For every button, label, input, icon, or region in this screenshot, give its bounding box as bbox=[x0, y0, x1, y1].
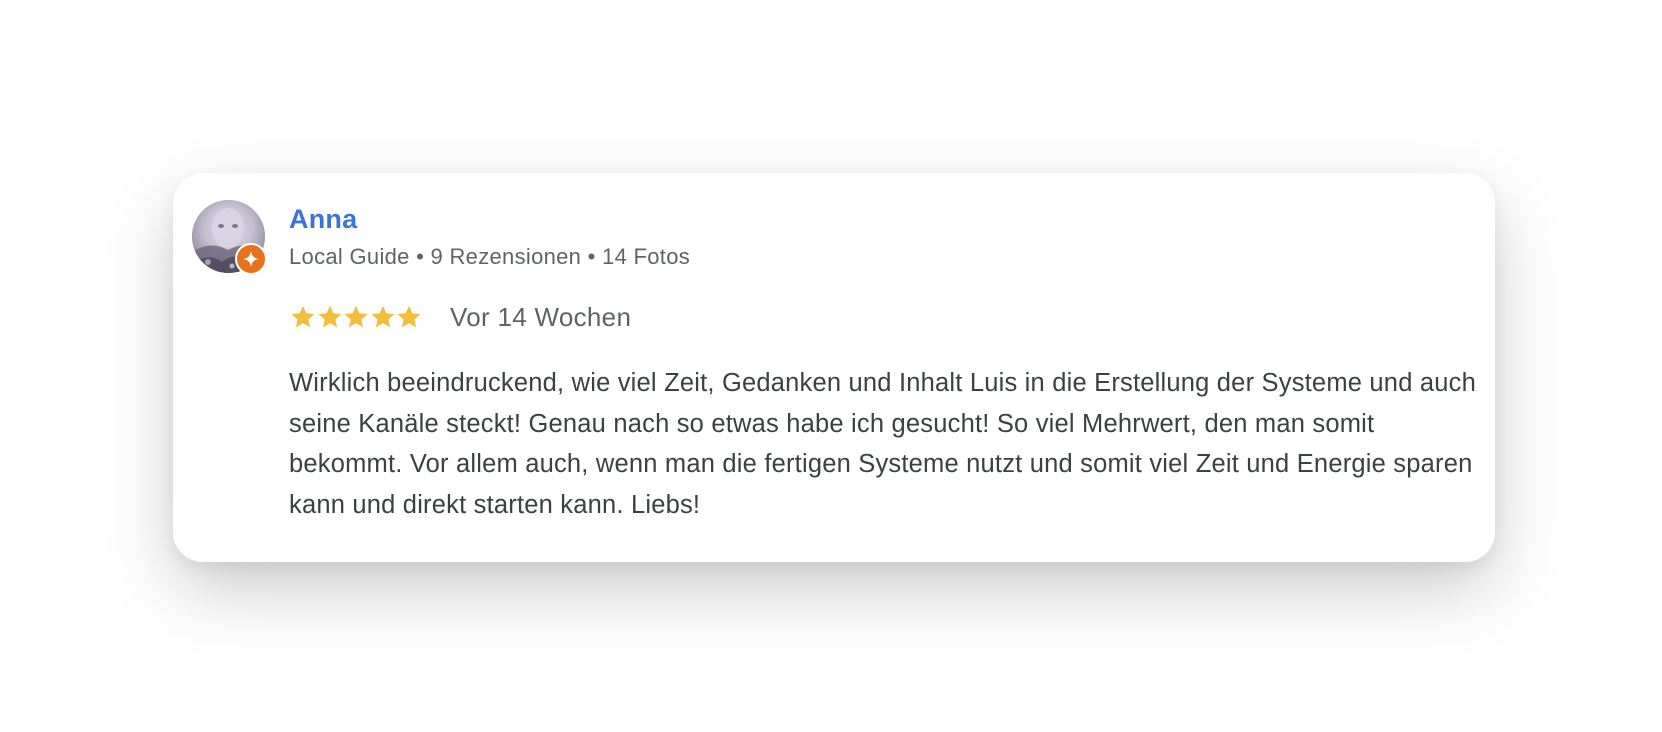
local-guide-star-icon bbox=[243, 251, 259, 267]
review-date: Vor 14 Wochen bbox=[450, 302, 632, 332]
local-guide-badge bbox=[235, 243, 267, 275]
reviewer-meta[interactable]: Local Guide • 9 Rezensionen • 14 Fotos bbox=[289, 243, 690, 271]
star-icon bbox=[371, 305, 394, 328]
star-icon bbox=[397, 305, 421, 328]
rating-row: Vor 14 Wochen bbox=[289, 301, 631, 333]
review-card: Anna Local Guide • 9 Rezensionen • 14 Fo… bbox=[173, 173, 1495, 562]
reviewer-name[interactable]: Anna bbox=[289, 203, 357, 235]
star-icon bbox=[318, 305, 341, 328]
star-rating bbox=[289, 303, 423, 331]
star-icon bbox=[344, 305, 368, 328]
star-icon bbox=[291, 305, 315, 328]
review-text: Wirklich beeindruckend, wie viel Zeit, G… bbox=[289, 369, 1476, 519]
